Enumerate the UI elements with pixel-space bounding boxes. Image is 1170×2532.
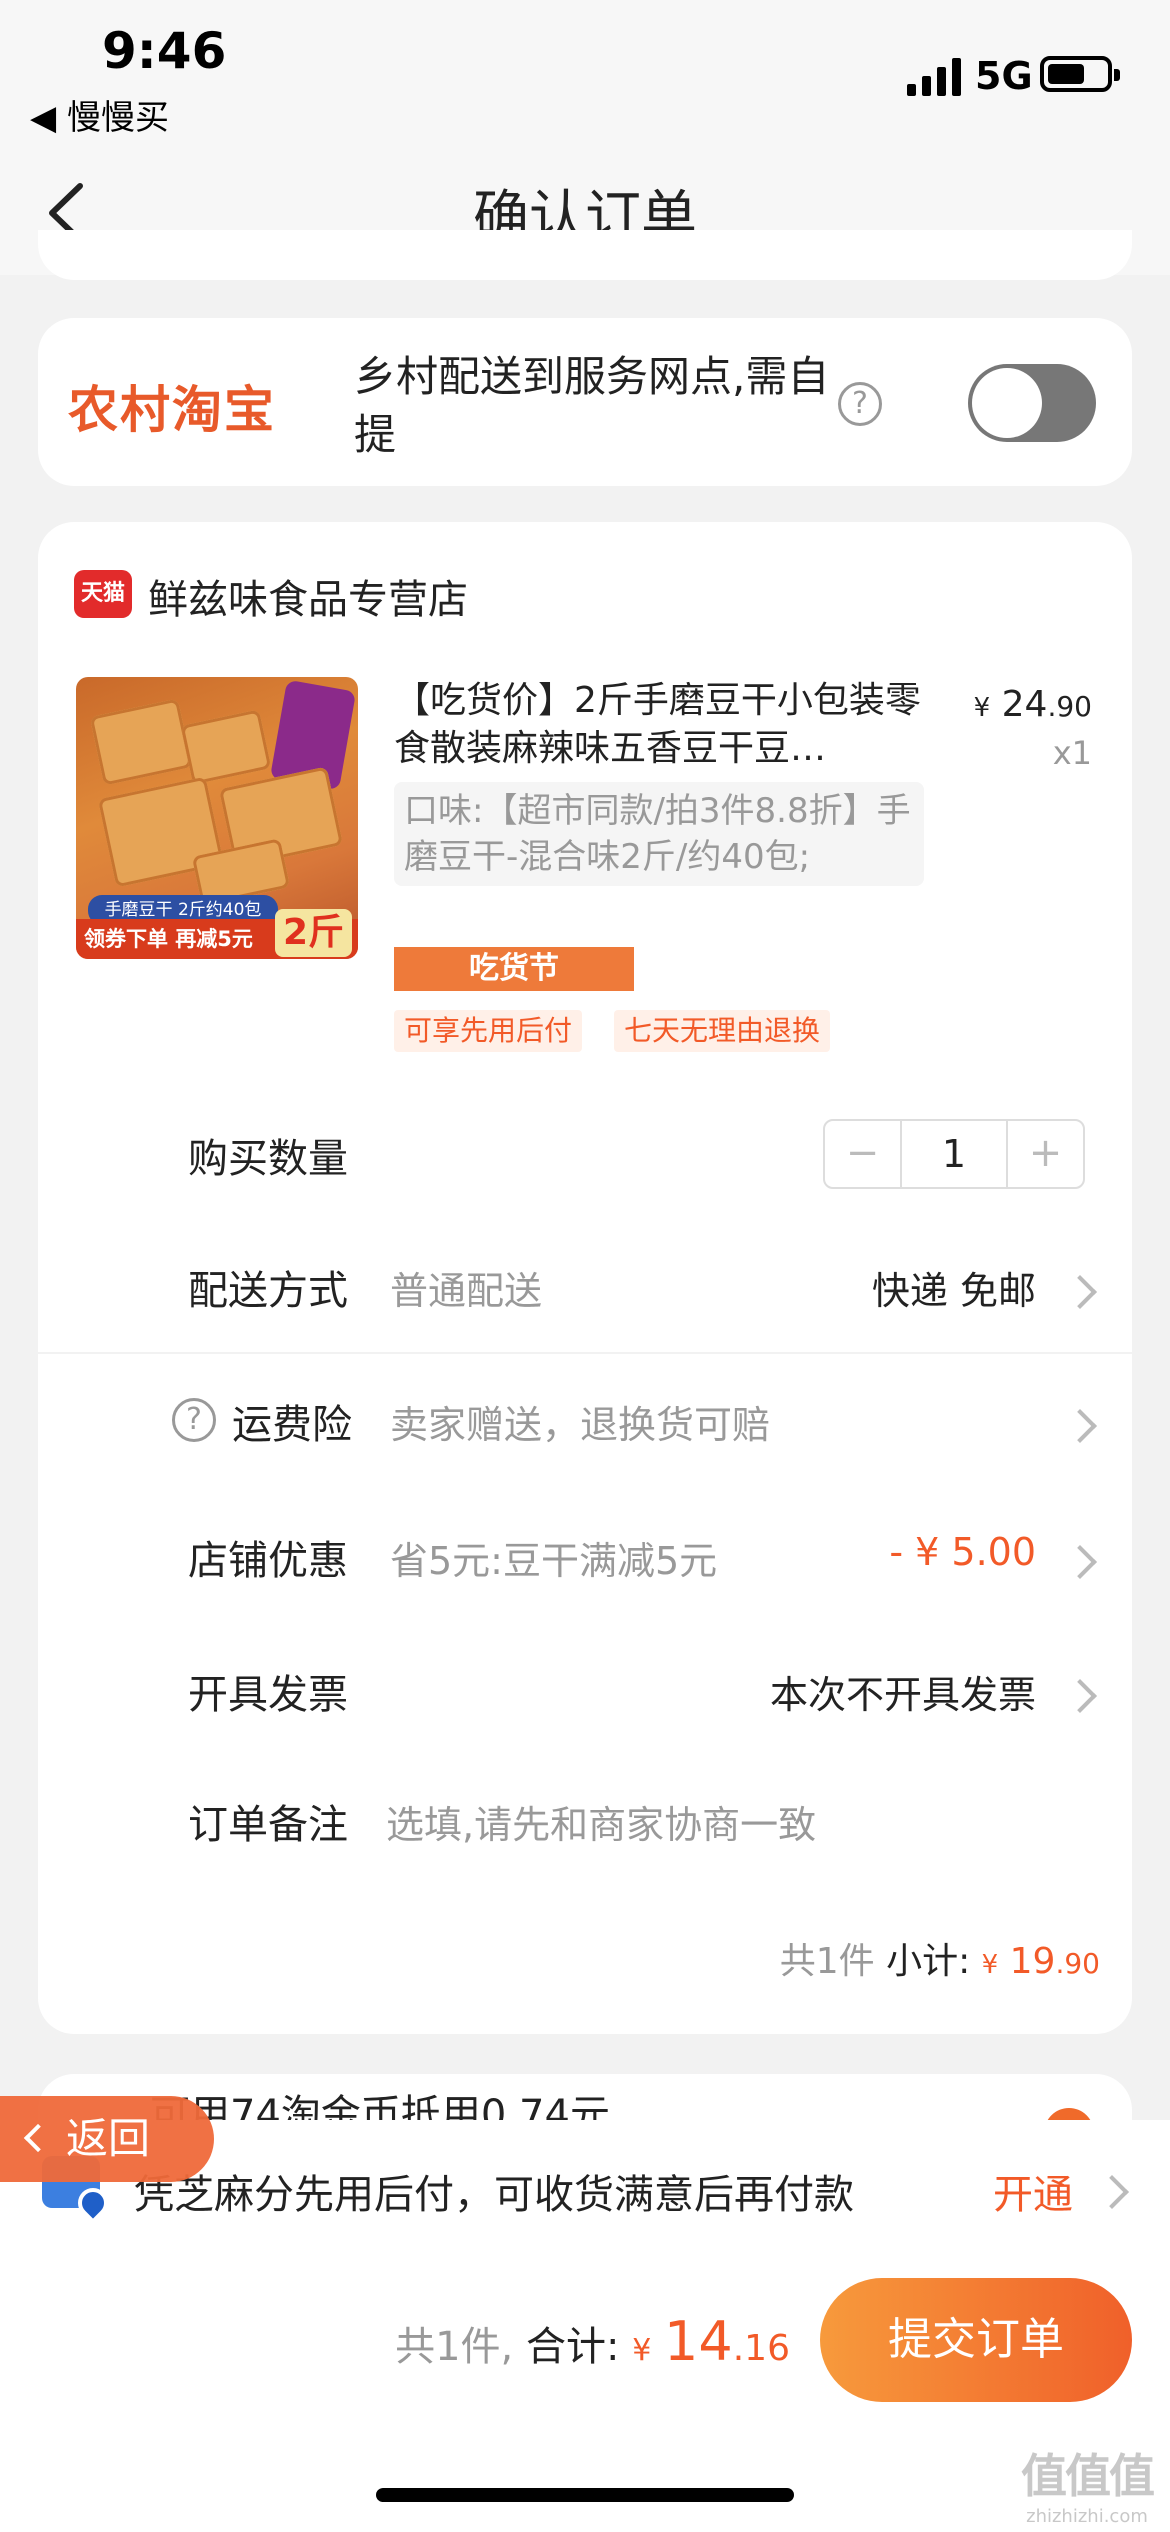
discount-amount: - ¥ 5.00 [889, 1530, 1036, 1574]
invoice-label: 开具发票 [188, 1672, 348, 1718]
quantity-label: 购买数量 [188, 1136, 348, 1182]
product-spec[interactable]: 口味:【超市同款/拍3件8.8折】手磨豆干-混合味2斤/约40包; [394, 782, 924, 886]
rural-delivery-toggle[interactable] [968, 364, 1096, 442]
chevron-right-icon [1063, 1545, 1097, 1579]
store-order-card: 天猫 鲜兹味食品专营店 手磨豆干 2斤约40包 领券下单 再减5元 2斤 【吃货… [38, 522, 1132, 2034]
order-total: 共1件, 合计: ¥ 14.16 [395, 2310, 790, 2373]
order-note-input[interactable]: 选填,请先和商家协商一致 [386, 1794, 816, 1849]
status-bar: 9:46 ◀ 慢慢买 5G [0, 0, 1170, 150]
chevron-right-icon [1063, 1275, 1097, 1309]
insurance-value: 卖家赠送，退换货可赔 [390, 1403, 771, 1447]
quantity-plus-button[interactable]: + [1008, 1121, 1083, 1187]
floating-back-label: 返回 [66, 2114, 151, 2163]
help-icon[interactable]: ? [172, 1398, 216, 1442]
order-note-label: 订单备注 [188, 1802, 348, 1848]
quantity-minus-button[interactable]: − [825, 1121, 900, 1187]
delivery-method: 快递 免邮 [871, 1269, 1036, 1313]
pay-later-text: 凭芝麻分先用后付，可收货满意后再付款 [134, 2172, 854, 2218]
product-title[interactable]: 【吃货价】2斤手磨豆干小包装零食散装麻辣味五香豆干豆… [394, 677, 954, 773]
store-name[interactable]: 鲜兹味食品专营店 [148, 567, 468, 625]
invoice-value: 本次不开具发票 [769, 1673, 1036, 1717]
address-card-edge [38, 230, 1132, 280]
help-icon[interactable]: ? [838, 382, 882, 426]
status-time: 9:46 [102, 22, 227, 80]
product-price: ¥ 24.90 [973, 684, 1092, 725]
watermark-url: zhizhizhi.com [1026, 2506, 1148, 2527]
signal-icon [907, 58, 961, 96]
subtotal: 共1件 小计: ¥ 19.90 [779, 1941, 1100, 1982]
chevron-left-icon [23, 2123, 53, 2153]
floating-back-button[interactable]: 返回 [0, 2096, 214, 2182]
chevron-right-icon [1063, 1679, 1097, 1713]
delivery-value: 普通配送 [390, 1269, 543, 1313]
quantity-stepper: − 1 + [823, 1119, 1085, 1189]
quantity-value[interactable]: 1 [900, 1121, 1008, 1187]
return-policy-tag: 七天无理由退换 [614, 1010, 831, 1052]
discount-value: 省5元:豆干满减5元 [390, 1539, 718, 1583]
watermark: 值值值 zhizhizhi.com [1012, 2440, 1162, 2527]
pay-later-open-link[interactable]: 开通 [993, 2162, 1073, 2220]
festival-tag: 吃货节 [394, 947, 634, 991]
delivery-label: 配送方式 [188, 1268, 348, 1314]
battery-icon [1040, 56, 1120, 92]
discount-label: 店铺优惠 [188, 1538, 348, 1584]
back-to-app-link[interactable]: ◀ 慢慢买 [30, 90, 169, 139]
rural-taobao-logo: 农村淘宝 [68, 380, 276, 439]
insurance-label: 运费险 [232, 1402, 352, 1448]
home-indicator[interactable] [376, 2488, 794, 2502]
watermark-logo: 值值值 [1021, 2449, 1155, 2503]
network-label: 5G [975, 54, 1033, 98]
rural-delivery-card: 农村淘宝 乡村配送到服务网点,需自提 ? [38, 318, 1132, 486]
product-quantity: x1 [1052, 734, 1092, 772]
divider [38, 1352, 1132, 1354]
rural-delivery-text: 乡村配送到服务网点,需自提 [354, 352, 830, 459]
product-thumbnail[interactable]: 手磨豆干 2斤约40包 领券下单 再减5元 2斤 [76, 677, 358, 959]
pay-later-tag: 可享先用后付 [394, 1010, 583, 1052]
coin-deduction-text: 可用74淘金币抵用0.74元 [150, 2092, 610, 2122]
thumbnail-weight-badge: 2斤 [274, 909, 352, 957]
submit-order-button[interactable]: 提交订单 [820, 2278, 1132, 2402]
tmall-badge: 天猫 [74, 570, 132, 618]
chevron-right-icon [1063, 1409, 1097, 1443]
